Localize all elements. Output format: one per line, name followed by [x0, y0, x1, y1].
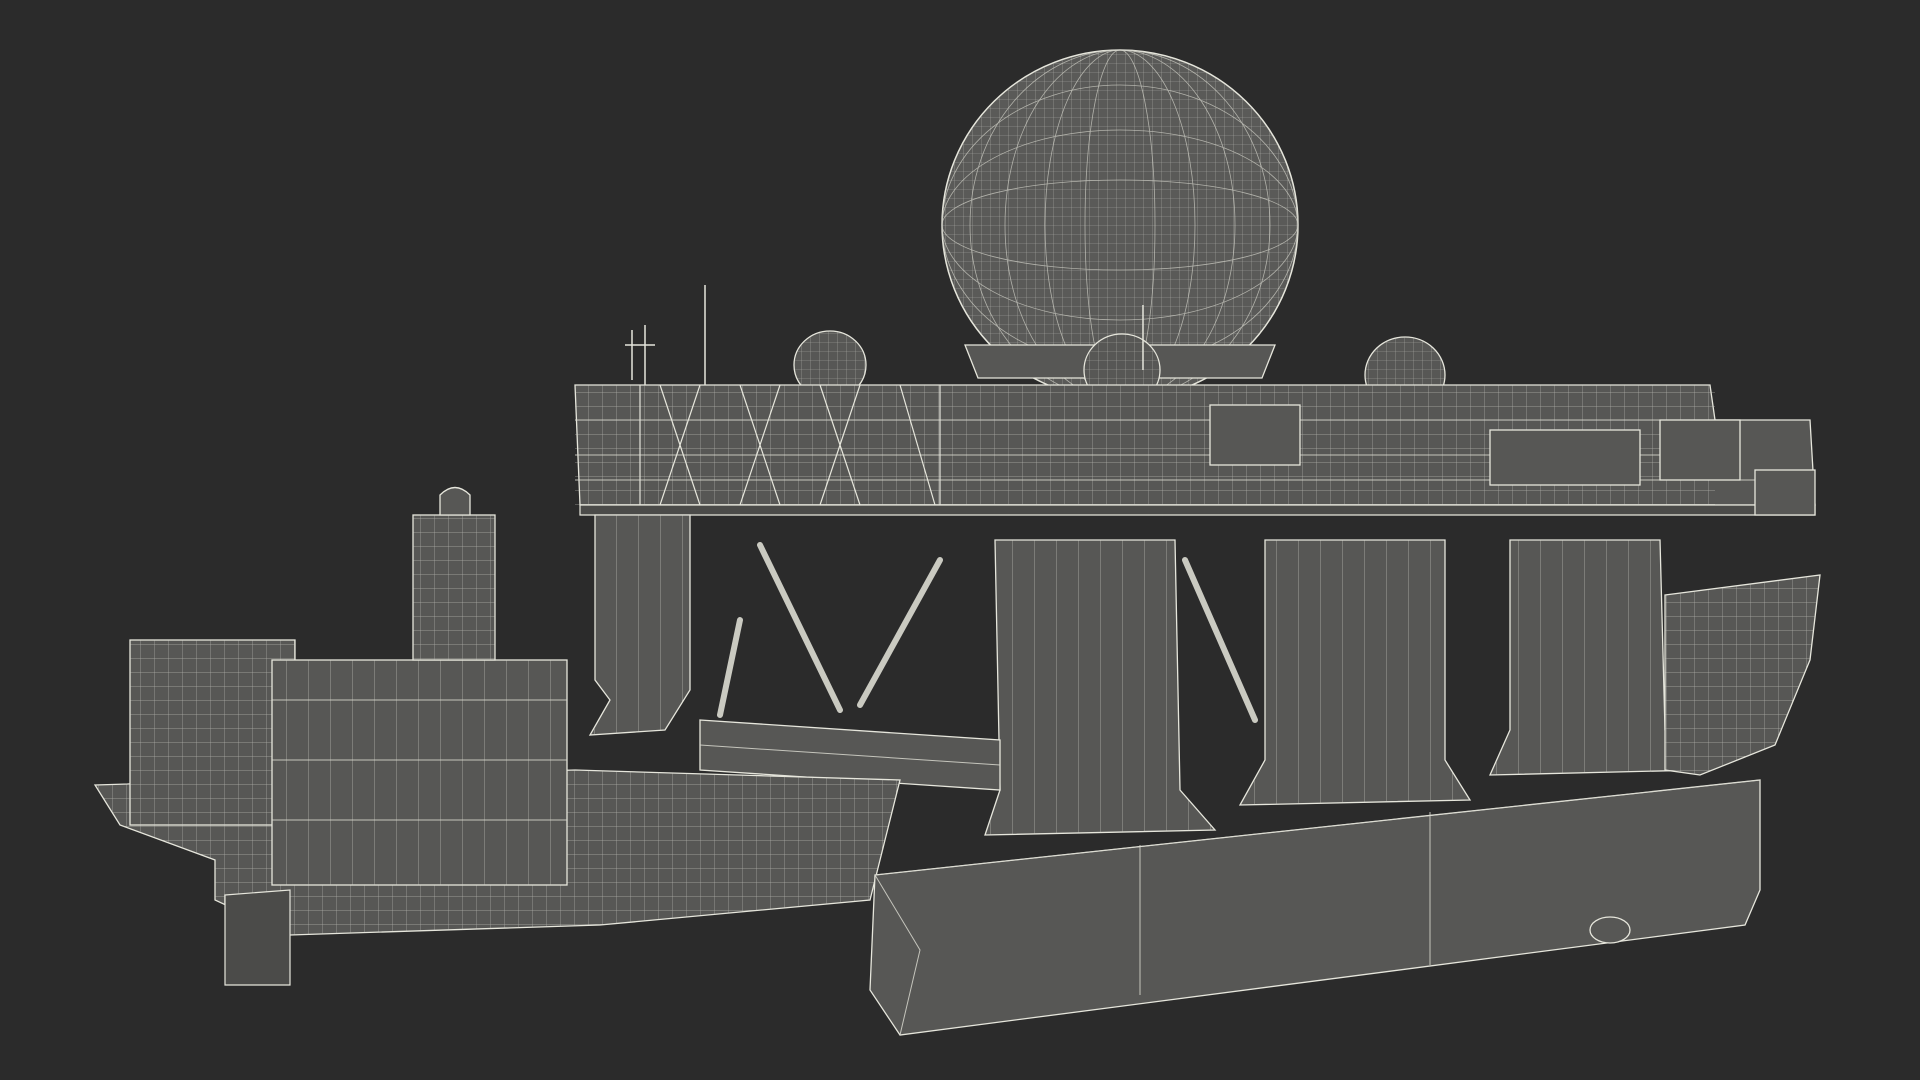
- stern-block-left: [129, 639, 296, 826]
- render-viewport: [0, 0, 1920, 1080]
- stern-funnel: [412, 486, 496, 661]
- wireframe-scene: [93, 49, 1821, 1036]
- stern-block-right: [271, 659, 568, 886]
- bow-section: [1664, 574, 1821, 776]
- thruster: [1589, 916, 1631, 944]
